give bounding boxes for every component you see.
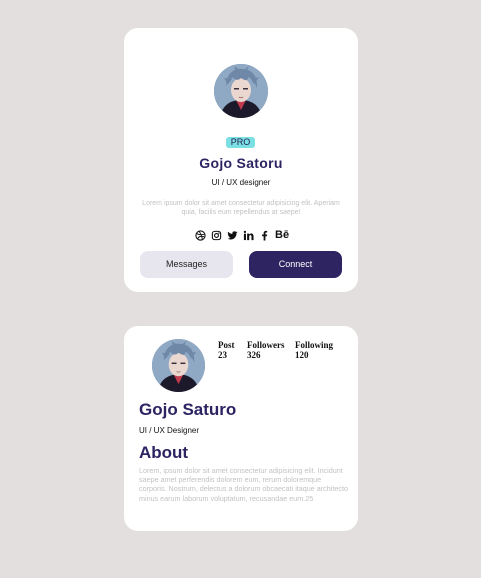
profile-name: Gojo Satoru <box>199 155 283 171</box>
avatar-illustration <box>152 339 205 392</box>
about-heading: About <box>139 443 189 462</box>
stat-value: 326 <box>247 350 261 360</box>
profile-description: Lorem ipsum dolor sit amet consectetur a… <box>142 200 340 216</box>
facebook-icon[interactable] <box>259 229 270 242</box>
profile-name: Gojo Saturo <box>139 400 237 419</box>
social-links: Bē <box>195 228 289 242</box>
avatar <box>214 64 268 118</box>
connect-button[interactable]: Connect <box>249 251 342 278</box>
stat-value: 23 <box>218 350 227 360</box>
profile-stats: Post 23 Followers 326 Following 120 <box>218 340 345 360</box>
pro-badge: PRO <box>226 137 255 148</box>
about-card: Post 23 Followers 326 Following 120 Gojo… <box>124 326 358 531</box>
about-text: Lorem, ipsum dolor sit amet consectetur … <box>139 466 348 503</box>
stat-value: 120 <box>295 350 309 360</box>
stat-label: Post <box>218 340 235 350</box>
messages-button[interactable]: Messages <box>140 251 233 278</box>
stat-posts: Post 23 <box>218 340 247 360</box>
stat-followers[interactable]: Followers 326 <box>247 340 295 360</box>
behance-icon[interactable]: Bē <box>275 229 289 242</box>
stat-following[interactable]: Following 120 <box>295 340 345 360</box>
instagram-icon[interactable] <box>211 229 222 242</box>
profile-role: UI / UX Designer <box>139 426 200 435</box>
stat-label: Following <box>295 340 334 350</box>
avatar-illustration <box>214 64 268 118</box>
profile-role: UI / UX designer <box>211 178 271 187</box>
twitter-icon[interactable] <box>227 229 238 242</box>
profile-card: PRO Gojo Satoru UI / UX designer Lorem i… <box>124 28 358 292</box>
dribbble-icon[interactable] <box>195 229 206 242</box>
stat-label: Followers <box>247 340 285 350</box>
avatar <box>152 339 205 392</box>
linkedin-icon[interactable] <box>243 229 254 242</box>
